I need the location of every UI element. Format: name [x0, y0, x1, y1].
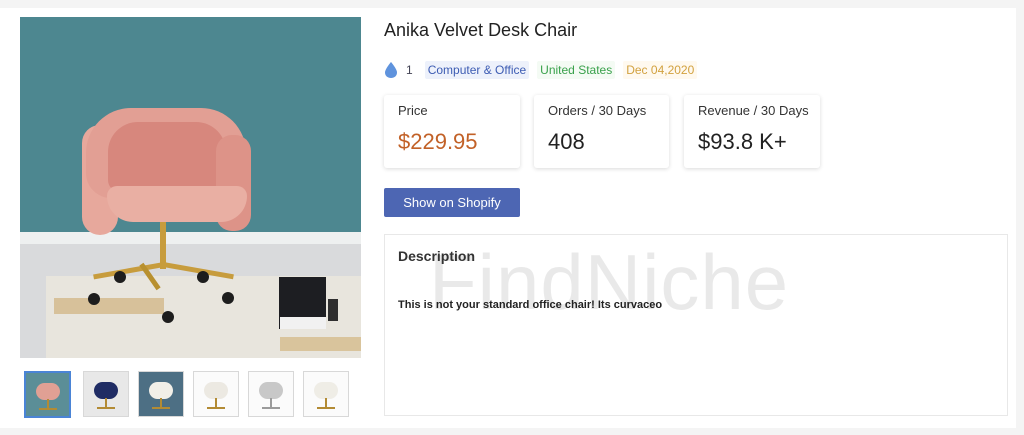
image-small-item — [328, 299, 338, 321]
product-main-image[interactable] — [20, 17, 361, 358]
revenue-card: Revenue / 30 Days $93.8 K+ — [684, 95, 820, 168]
watermark: FindNiche — [429, 238, 790, 326]
revenue-value: $93.8 K+ — [698, 129, 787, 154]
image-rug-stripe — [280, 337, 361, 351]
image-baseboard — [20, 232, 361, 244]
price-card: Price $229.95 — [384, 95, 520, 168]
price-label: Price — [398, 103, 428, 118]
chair-wheel — [162, 311, 174, 323]
thumbnail-strip — [24, 371, 349, 418]
chair-wheel — [114, 271, 126, 283]
description-text: This is not your standard office chair! … — [398, 299, 663, 311]
date-tag: Dec 04,2020 — [623, 61, 698, 79]
orders-value: 408 — [548, 129, 585, 154]
chair-seat — [107, 186, 247, 222]
chair-wheel — [197, 271, 209, 283]
show-on-shopify-button[interactable]: Show on Shopify — [384, 188, 520, 217]
category-tag[interactable]: Computer & Office — [424, 61, 530, 79]
product-meta-row: 1 Computer & Office United States Dec 04… — [384, 58, 698, 82]
revenue-label: Revenue / 30 Days — [698, 103, 809, 118]
thumbnail-white-blue-wall[interactable] — [138, 371, 184, 417]
description-heading: Description — [398, 248, 476, 264]
orders-label: Orders / 30 Days — [548, 103, 647, 118]
country-tag: United States — [537, 61, 616, 79]
orders-card: Orders / 30 Days 408 — [534, 95, 669, 168]
thumbnail-white-1[interactable] — [193, 371, 239, 417]
product-count: 1 — [406, 63, 413, 77]
price-value: $229.95 — [398, 129, 478, 154]
right-frame — [1016, 0, 1024, 435]
thumbnail-gray[interactable] — [248, 371, 294, 417]
description-panel: FindNiche Description This is not your s… — [384, 234, 1008, 416]
bottom-frame — [0, 428, 1024, 435]
image-rug-stripe — [54, 298, 164, 314]
image-book-box-bottom — [280, 317, 326, 329]
top-frame — [0, 0, 1024, 8]
water-drop-icon — [384, 61, 398, 79]
thumbnail-pink[interactable] — [24, 371, 71, 418]
thumbnail-navy[interactable] — [83, 371, 129, 417]
product-title: Anika Velvet Desk Chair — [384, 20, 578, 40]
thumbnail-white-2[interactable] — [303, 371, 349, 417]
chair-back-inner — [108, 122, 226, 192]
chair-wheel — [88, 293, 100, 305]
chair-wheel — [222, 292, 234, 304]
